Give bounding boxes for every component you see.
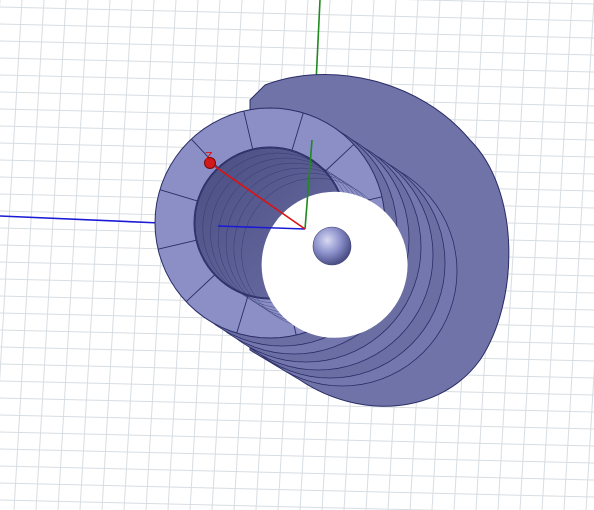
3d-viewport[interactable]: Z: [0, 0, 594, 510]
sphere-object[interactable]: [312, 226, 352, 266]
scene-canvas[interactable]: Z: [0, 0, 594, 510]
x-axis-line: [0, 215, 161, 224]
y-axis-line: [315, 0, 321, 84]
z-axis-label: Z: [205, 150, 213, 163]
